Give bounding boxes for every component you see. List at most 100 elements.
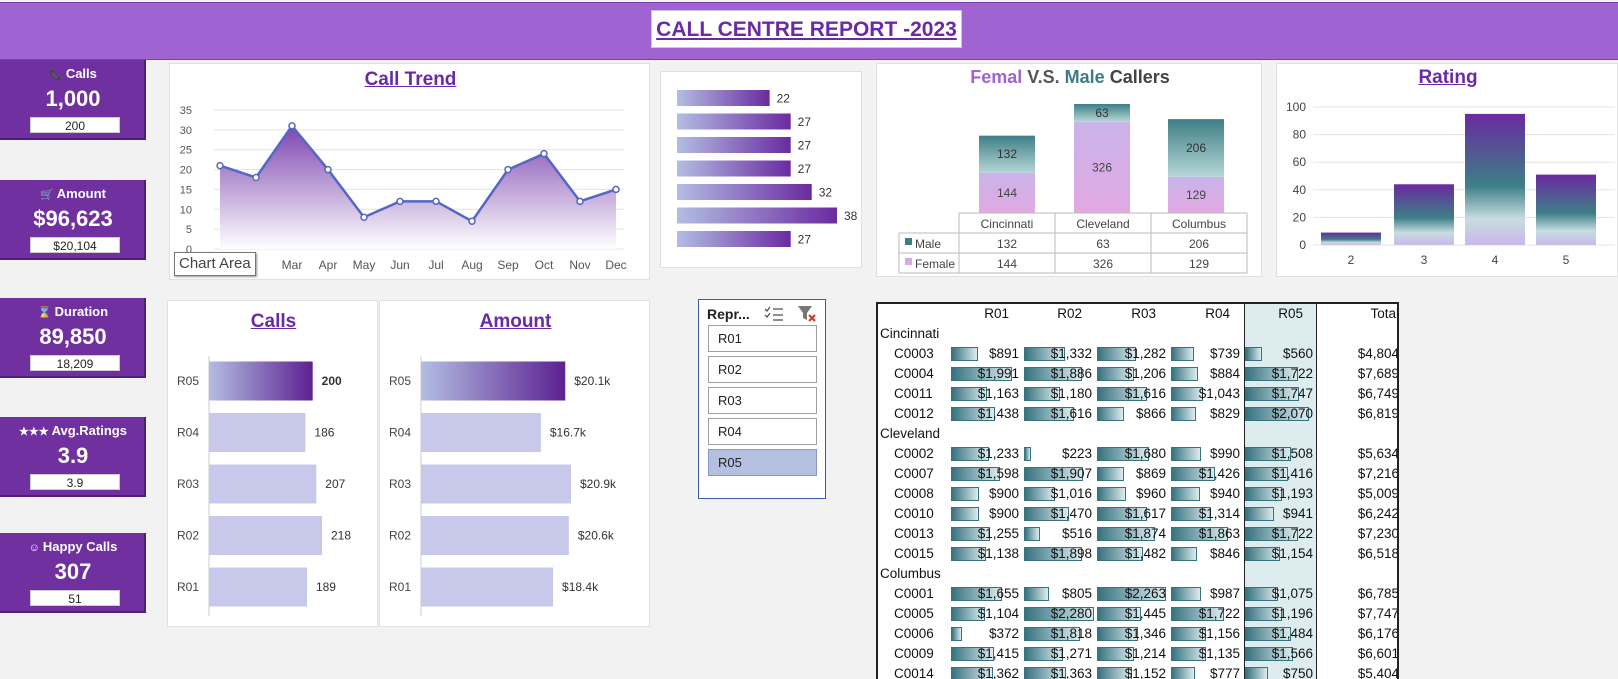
pivot-cell: $1,818 — [1050, 626, 1092, 641]
calls-chart: R05 200 R04 186 R03 207 R02 218 R01 189 — [177, 356, 351, 616]
pivot-cell: $1,616 — [1050, 406, 1092, 421]
representative-slicer[interactable]: Repr... R01 R02 R03 R04 R05 — [698, 299, 826, 499]
trend-ytick: 30 — [180, 125, 192, 137]
trend-xtick: Aug — [461, 258, 482, 272]
pivot-cell: $1,482 — [1124, 546, 1166, 561]
pivot-cell: $1,616 — [1124, 386, 1166, 401]
pivot-column-header: Total — [1370, 306, 1399, 321]
pivot-total-cell: $6,242 — [1357, 506, 1399, 521]
pivot-row-label: C0012 — [894, 406, 934, 421]
kpi-card-duration: ⌛ Duration 89,850 18,209 — [0, 298, 146, 378]
small-bar-label: 27 — [798, 233, 812, 247]
chart-area-tooltip: Chart Area — [174, 252, 256, 276]
pivot-cell: $1,282 — [1124, 346, 1166, 361]
kpi-value: 3.9 — [57, 443, 89, 468]
pivot-data-row[interactable]: C0002 $1,233 $223 $1,680 $990 $1,508 $5,634 — [878, 444, 1397, 464]
pivot-cell: $1,438 — [977, 406, 1019, 421]
pivot-total-cell: $6,176 — [1357, 626, 1399, 641]
pivot-data-row[interactable]: C0008 $900 $1,016 $960 $940 $1,193 $5,009 — [878, 484, 1397, 504]
rating-ytick: 100 — [1286, 100, 1306, 114]
small-bars-card[interactable]: 22 27 27 27 32 38 27 — [660, 71, 862, 268]
pivot-data-row[interactable]: C0009 $1,415 $1,271 $1,214 $1,135 $1,566 $6,60… — [878, 644, 1397, 664]
pivot-cell: $2,070 — [1271, 406, 1313, 421]
pivot-data-row[interactable]: C0007 $1,598 $1,907 $869 $1,426 $1,416 $7,216 — [878, 464, 1397, 484]
pivot-cell: $560 — [1282, 346, 1313, 361]
pivot-data-row[interactable]: C0013 $1,255 $516 $1,874 $1,863 $1,722 $7,230 — [878, 524, 1397, 544]
rep-value-label: 186 — [314, 426, 334, 440]
rating-xtick: 4 — [1492, 253, 1499, 267]
pivot-cell: $1,206 — [1124, 366, 1166, 381]
amount-by-rep-card[interactable]: Amount R05 $20.1k R04 $16.7k R03 $20.9k R02 $20… — [379, 300, 650, 627]
pivot-data-row[interactable]: C0006 $372 $1,818 $1,346 $1,156 $1,484 $6,176 — [878, 624, 1399, 644]
slicer-item-r04[interactable]: R04 — [708, 418, 817, 445]
pivot-row-label: C0009 — [894, 646, 934, 661]
pivot-data-bar — [1097, 407, 1124, 421]
call-trend-card[interactable]: Call Trend 0 5 10 15 20 25 30 35 Mar Apr May Jun Jul… — [169, 63, 650, 280]
kpi-label-text: Happy Calls — [42, 539, 118, 554]
female-table-value: 326 — [1093, 257, 1113, 271]
call-trend-chart: 05101520253035Mar Apr May Jun Jul Aug Sep Oct No… — [180, 105, 627, 272]
pivot-cell: $1,180 — [1050, 386, 1092, 401]
rating-xtick: 5 — [1563, 253, 1570, 267]
amount-chart: R05 $20.1k R04 $16.7k R03 $20.9k R02 $20.6k R01 $… — [389, 356, 617, 616]
rating-ytick: 40 — [1293, 183, 1307, 197]
rep-bar — [421, 516, 569, 555]
pivot-cell: $829 — [1209, 406, 1240, 421]
pivot-data-bar — [1171, 407, 1197, 421]
rep-value-label: 200 — [322, 374, 342, 388]
pivot-row-label: C0014 — [894, 666, 934, 679]
pivot-cell: $372 — [988, 626, 1019, 641]
pivot-data-bar — [951, 507, 979, 521]
gender-category: Cincinnati — [981, 217, 1034, 231]
calls-by-rep-card[interactable]: Calls R05 200 R04 186 R03 207 R02 218 R01 189 — [167, 300, 378, 627]
pivot-data-bar — [1171, 547, 1197, 561]
pivot-cell: $1,747 — [1271, 386, 1313, 401]
pivot-data-row[interactable]: C0003 $891 $1,332 $1,282 $739 $560 $4,804 — [878, 344, 1397, 364]
pivot-data-row[interactable]: C0005 $1,104 $2,280 $1,445 $1,722 $1,196 $7,74… — [878, 604, 1397, 624]
stars-icon: ★★★ — [19, 426, 49, 438]
pivot-cell: $1,445 — [1124, 606, 1166, 621]
pivot-cell: $1,104 — [977, 606, 1019, 621]
pivot-data-row[interactable]: C0012 $1,438 $1,616 $866 $829 $2,070 $6,819 — [878, 404, 1397, 424]
pivot-cell: $1,886 — [1050, 366, 1092, 381]
gender-card[interactable]: Femal V.S. Male Callers 144 132 326 63 129 20… — [876, 63, 1262, 277]
trend-point — [540, 149, 548, 158]
trend-point — [216, 161, 224, 170]
slicer-item-r03[interactable]: R03 — [708, 387, 817, 414]
pivot-data-row[interactable]: C0011 $1,163 $1,180 $1,616 $1,043 $1,747 $6,74… — [878, 384, 1397, 404]
kpi-subvalue: 200 — [30, 117, 120, 133]
slicer-item-r01[interactable]: R01 — [708, 325, 817, 352]
pivot-data-row[interactable]: C0004 $1,991 $1,886 $1,206 $884 $1,722 $7,689 — [878, 364, 1397, 384]
rep-bar — [421, 413, 541, 452]
pivot-data-row[interactable]: C0015 $1,138 $1,898 $1,482 $846 $1,154 $6,518 — [878, 544, 1397, 564]
pivot-cell: $1,898 — [1050, 546, 1092, 561]
pivot-cell: $1,016 — [1050, 486, 1092, 501]
slicer-item-r05[interactable]: R05 — [708, 449, 817, 476]
rep-value-label: $16.7k — [550, 426, 587, 440]
rep-category: R01 — [177, 580, 199, 594]
trend-xtick: Apr — [319, 258, 338, 272]
pivot-data-row[interactable]: C0014 $1,362 $1,363 $1,152 $777 $750 $5,404 — [878, 664, 1399, 679]
small-bar-label: 32 — [819, 186, 833, 200]
trend-point — [432, 197, 440, 206]
clear-filter-icon[interactable] — [796, 304, 818, 324]
rep-bar — [421, 464, 571, 504]
pivot-cell: $1,156 — [1198, 626, 1240, 641]
kpi-label-text: Avg.Ratings — [51, 423, 127, 438]
male-value: 63 — [1095, 106, 1109, 120]
rep-value-label: $20.9k — [580, 477, 617, 491]
pivot-data-row[interactable]: C0010 $900 $1,470 $1,617 $1,314 $941 $6,242 — [878, 504, 1399, 524]
pivot-total-cell: $5,404 — [1357, 666, 1399, 679]
rating-card[interactable]: Rating 0 20 40 60 80 100 2 3 4 5 — [1276, 63, 1618, 277]
pivot-table[interactable]: R01 R02 R03 R04 R05 Total Cincinnati C0003 $891 $… — [876, 302, 1399, 679]
pivot-cell: $777 — [1209, 666, 1240, 679]
small-bar — [677, 184, 812, 200]
pivot-cell: $866 — [1135, 406, 1166, 421]
pivot-cell: $960 — [1135, 486, 1166, 501]
multi-select-icon[interactable] — [763, 305, 785, 323]
slicer-item-r02[interactable]: R02 — [708, 356, 817, 383]
smiley-icon: ☺ — [28, 542, 40, 554]
pivot-cell: $1,314 — [1198, 506, 1240, 521]
pivot-group-row: Cleveland — [878, 424, 1397, 444]
pivot-data-row[interactable]: C0001 $1,655 $805 $2,263 $987 $1,075 $6,785 — [878, 584, 1397, 604]
